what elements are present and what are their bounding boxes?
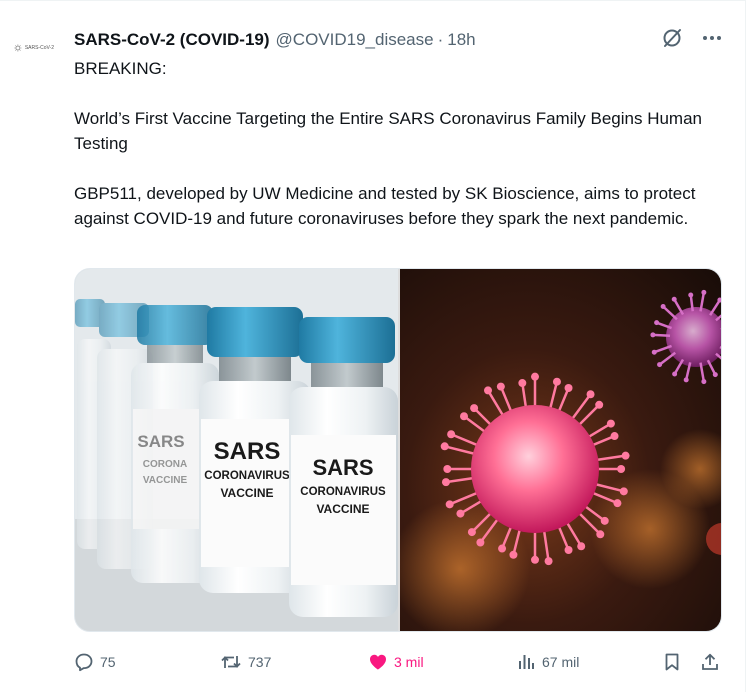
vial-1-label-3: VACCINE	[220, 486, 273, 500]
views-button[interactable]: 67 mil	[516, 649, 579, 675]
vial-back-label-3: VACCINE	[143, 475, 188, 486]
reply-icon	[75, 653, 93, 672]
grok-slash-icon	[663, 29, 681, 47]
vaccine-vials-illustration: SARS CORONA VACCINE SARS CORONAVIRUS VAC…	[75, 269, 398, 631]
reply-button[interactable]: 75	[74, 649, 116, 675]
vial-2-label-1: SARS	[312, 455, 373, 480]
action-bar: 75 737 3 mil 67 mil	[74, 649, 728, 675]
tweet-text-line: BREAKING:	[74, 59, 167, 78]
separator-dot: ·	[437, 30, 444, 49]
share-button[interactable]	[700, 649, 720, 675]
repost-icon	[221, 656, 241, 668]
avatar-label: SARS-CoV-2	[24, 45, 54, 51]
vial-2-label-2: CORONAVIRUS	[300, 486, 386, 498]
tweet-text: BREAKING: World’s First Vaccine Targetin…	[74, 56, 734, 231]
vaccine-vials-image[interactable]: SARS CORONA VACCINE SARS CORONAVIRUS VAC…	[75, 269, 398, 631]
tweet-text-line: World’s First Vaccine Targeting the Enti…	[74, 109, 702, 153]
header-actions	[659, 25, 725, 51]
vial-2-label-3: VACCINE	[316, 502, 369, 516]
vial-1-label-2: CORONAVIRUS	[204, 470, 290, 482]
bookmark-icon	[665, 653, 679, 671]
vial-back-label-1: SARS	[137, 432, 184, 451]
views-icon	[519, 655, 534, 669]
more-button[interactable]	[699, 25, 725, 51]
user-handle[interactable]: @COVID19_disease	[276, 30, 434, 50]
share-icon	[702, 653, 718, 670]
repost-button[interactable]: 737	[220, 649, 271, 675]
tweet-card[interactable]: SARS-CoV-2 SARS-CoV-2 (COVID-19) @COVID1…	[0, 0, 746, 692]
tweet-text-line: GBP511, developed by UW Medicine and tes…	[74, 184, 696, 228]
timestamp[interactable]: 18h	[447, 30, 475, 50]
vial-1-label-1: SARS	[214, 438, 281, 465]
tweet-header: SARS-CoV-2 (COVID-19) @COVID19_disease ·…	[74, 28, 725, 52]
heart-filled-icon	[370, 654, 386, 670]
vial-back-label-2: CORONA	[143, 459, 187, 470]
repost-count: 737	[248, 654, 272, 670]
bookmark-button[interactable]	[662, 649, 682, 675]
like-count: 3 mil	[394, 654, 424, 670]
display-name[interactable]: SARS-CoV-2 (COVID-19)	[74, 30, 270, 50]
more-icon	[703, 36, 721, 40]
virus-image[interactable]	[400, 269, 721, 631]
like-button[interactable]: 3 mil	[368, 649, 424, 675]
avatar[interactable]: SARS-CoV-2	[14, 37, 54, 59]
grok-button[interactable]	[659, 25, 685, 51]
media-grid: SARS CORONA VACCINE SARS CORONAVIRUS VAC…	[74, 268, 722, 632]
reply-count: 75	[100, 654, 116, 670]
virus-logo-icon	[14, 44, 22, 52]
views-count: 67 mil	[542, 654, 580, 670]
coronavirus-illustration	[400, 289, 721, 631]
